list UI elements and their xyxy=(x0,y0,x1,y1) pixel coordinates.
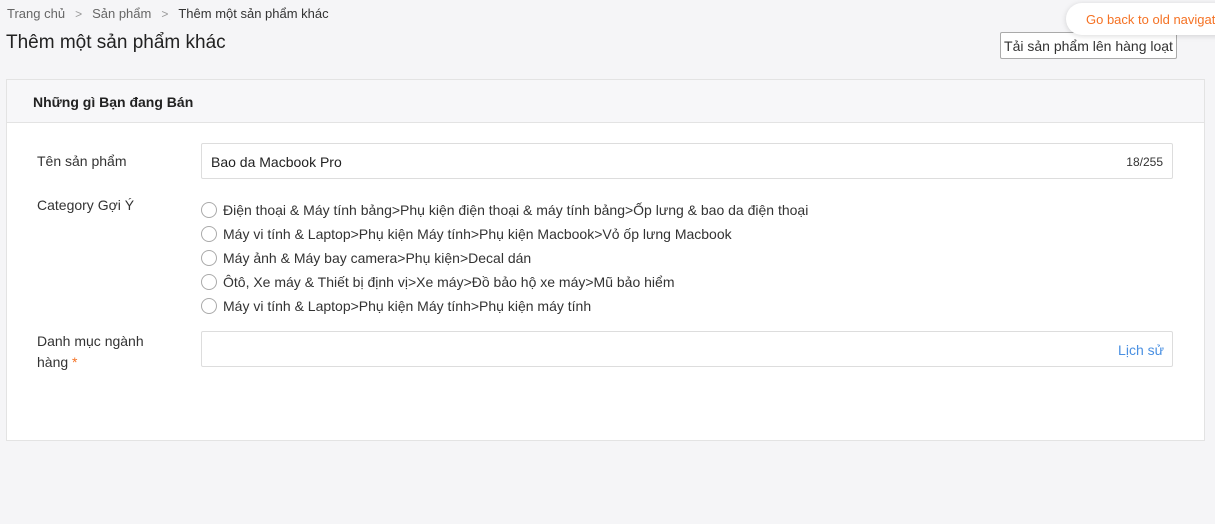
category-suggest-list: Điện thoại & Máy tính bảng>Phụ kiện điện… xyxy=(201,198,808,318)
chevron-right-icon: > xyxy=(75,6,83,21)
radio-icon[interactable] xyxy=(201,226,217,242)
category-suggest-label: Category Gợi Ý xyxy=(37,197,135,213)
breadcrumb: Trang chủ > Sản phẩm > Thêm một sản phẩm… xyxy=(7,6,329,21)
product-name-value: Bao da Macbook Pro xyxy=(211,154,342,170)
radio-icon[interactable] xyxy=(201,202,217,218)
history-link[interactable]: Lịch sử xyxy=(1118,342,1164,358)
char-counter: 18/255 xyxy=(1126,155,1163,169)
section-title: Những gì Bạn đang Bán xyxy=(7,80,1204,123)
radio-icon[interactable] xyxy=(201,298,217,314)
category-input[interactable]: Lịch sử xyxy=(201,331,1173,367)
category-option-label: Điện thoại & Máy tính bảng>Phụ kiện điện… xyxy=(223,202,809,218)
category-option[interactable]: Ôtô, Xe máy & Thiết bị định vị>Xe máy>Đồ… xyxy=(201,270,808,294)
category-option[interactable]: Máy vi tính & Laptop>Phụ kiện Máy tính>P… xyxy=(201,294,808,318)
category-option-label: Máy ảnh & Máy bay camera>Phụ kiện>Decal … xyxy=(223,250,532,266)
page-title: Thêm một sản phẩm khác xyxy=(6,32,226,53)
breadcrumb-current: Thêm một sản phẩm khác xyxy=(178,6,329,21)
category-field-label-line2: hàng xyxy=(37,354,69,370)
product-name-input[interactable]: Bao da Macbook Pro 18/255 xyxy=(201,143,1173,179)
category-option-label: Máy vi tính & Laptop>Phụ kiện Máy tính>P… xyxy=(223,226,732,242)
bulk-upload-button[interactable]: Tải sản phẩm lên hàng loạt xyxy=(1000,32,1177,59)
radio-icon[interactable] xyxy=(201,274,217,290)
category-option[interactable]: Máy ảnh & Máy bay camera>Phụ kiện>Decal … xyxy=(201,246,808,270)
product-name-label: Tên sản phẩm xyxy=(37,153,127,169)
category-option-label: Máy vi tính & Laptop>Phụ kiện Máy tính>P… xyxy=(223,298,592,314)
breadcrumb-products[interactable]: Sản phẩm xyxy=(92,6,151,21)
category-option[interactable]: Điện thoại & Máy tính bảng>Phụ kiện điện… xyxy=(201,198,808,222)
required-mark: * xyxy=(72,354,78,370)
radio-icon[interactable] xyxy=(201,250,217,266)
old-navigation-link[interactable]: Go back to old navigation xyxy=(1066,3,1215,35)
category-field-label-line1: Danh mục ngành xyxy=(37,333,144,349)
breadcrumb-home[interactable]: Trang chủ xyxy=(7,6,65,21)
product-info-card: Những gì Bạn đang Bán Tên sản phẩm Bao d… xyxy=(6,79,1205,441)
category-field-label: Danh mục ngành hàng * xyxy=(37,331,144,373)
chevron-right-icon: > xyxy=(161,6,169,21)
category-option[interactable]: Máy vi tính & Laptop>Phụ kiện Máy tính>P… xyxy=(201,222,808,246)
category-option-label: Ôtô, Xe máy & Thiết bị định vị>Xe máy>Đồ… xyxy=(223,274,675,290)
